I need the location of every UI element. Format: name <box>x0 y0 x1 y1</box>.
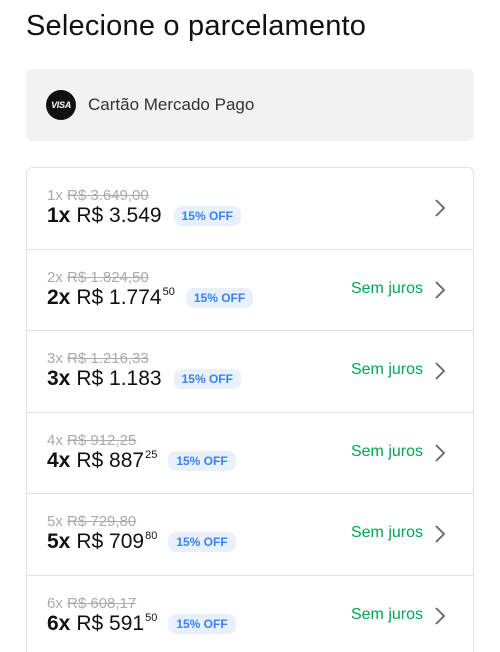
original-price: 1x R$ 3.649,00 <box>47 187 149 204</box>
chevron-right-icon <box>435 362 446 380</box>
chevron-right-icon <box>435 607 446 625</box>
installment-option-6x[interactable]: 6x R$ 608,17 6x R$ 59150 15% OFF Sem jur… <box>27 576 473 652</box>
chevron-right-icon <box>435 444 446 462</box>
original-price: 6x R$ 608,17 <box>47 595 136 612</box>
original-amount: R$ 912,25 <box>67 431 137 449</box>
visa-icon: VISA <box>46 90 76 120</box>
original-count: 6x <box>47 594 63 612</box>
installment-option-2x[interactable]: 2x R$ 1.824,50 2x R$ 1.77450 15% OFF Sem… <box>27 250 473 332</box>
installment-count: 1x <box>47 204 71 227</box>
original-amount: R$ 608,17 <box>67 594 137 612</box>
installment-cents: 50 <box>145 611 158 624</box>
installment-price: 6x R$ 59150 15% OFF <box>47 612 236 636</box>
interest-label: Sem juros <box>350 524 423 542</box>
original-price: 2x R$ 1.824,50 <box>47 269 149 286</box>
installment-count: 4x <box>47 448 71 472</box>
original-count: 5x <box>47 513 63 531</box>
installment-price: 3x R$ 1.183 15% OFF <box>47 367 241 391</box>
interest-label: Sem juros <box>350 442 423 460</box>
discount-badge: 15% OFF <box>173 369 241 390</box>
installment-price: 1x R$ 3.549 15% OFF <box>47 204 241 228</box>
chevron-right-icon <box>435 280 446 299</box>
chevron-right-icon <box>435 525 446 544</box>
original-amount: R$ 729,80 <box>67 513 137 531</box>
original-price: 3x R$ 1.216,33 <box>47 350 149 367</box>
discount-badge: 15% OFF <box>168 613 236 634</box>
interest-label: Sem juros <box>350 279 423 297</box>
interest-label: Sem juros <box>350 361 423 379</box>
original-count: 1x <box>47 187 63 204</box>
original-count: 2x <box>47 268 63 286</box>
installment-option-4x[interactable]: 4x R$ 912,25 4x R$ 88725 15% OFF Sem jur… <box>27 413 473 495</box>
original-price: 4x R$ 912,25 <box>47 432 136 449</box>
installment-price: 5x R$ 70980 15% OFF <box>47 530 236 554</box>
discount-badge: 15% OFF <box>168 450 236 471</box>
installment-option-1x[interactable]: 1x R$ 3.649,00 1x R$ 3.549 15% OFF <box>27 168 473 250</box>
installment-cents: 50 <box>162 285 175 298</box>
discount-badge: 15% OFF <box>173 206 241 226</box>
installment-count: 2x <box>47 285 71 309</box>
original-amount: R$ 1.216,33 <box>67 350 149 368</box>
card-label: Cartão Mercado Pago <box>88 95 255 114</box>
installment-cents: 80 <box>145 530 158 543</box>
installment-options-list: 1x R$ 3.649,00 1x R$ 3.549 15% OFF 2x R$… <box>26 167 474 652</box>
original-count: 4x <box>47 431 63 449</box>
installment-count: 6x <box>47 611 71 635</box>
installment-cents: 25 <box>145 448 158 461</box>
page-title: Selecione o parcelamento <box>26 10 367 42</box>
installment-count: 3x <box>47 367 71 391</box>
original-amount: R$ 1.824,50 <box>67 268 149 286</box>
installment-amount: R$ 1.77450 <box>76 285 175 309</box>
payment-card-selector[interactable]: VISA Cartão Mercado Pago <box>26 69 474 141</box>
installment-amount: R$ 88725 <box>76 448 158 472</box>
installment-price: 4x R$ 88725 15% OFF <box>47 449 236 473</box>
installment-count: 5x <box>47 530 71 554</box>
chevron-right-icon <box>435 199 446 217</box>
original-amount: R$ 3.649,00 <box>67 187 149 204</box>
installment-amount: R$ 3.549 <box>76 204 162 227</box>
installment-price: 2x R$ 1.77450 15% OFF <box>47 285 254 310</box>
installment-amount: R$ 1.183 <box>76 367 162 391</box>
installment-option-5x[interactable]: 5x R$ 729,80 5x R$ 70980 15% OFF Sem jur… <box>27 494 473 576</box>
interest-label: Sem juros <box>350 605 423 623</box>
installment-option-3x[interactable]: 3x R$ 1.216,33 3x R$ 1.183 15% OFF Sem j… <box>27 331 473 413</box>
original-price: 5x R$ 729,80 <box>47 513 136 530</box>
discount-badge: 15% OFF <box>185 287 254 308</box>
installment-amount: R$ 59150 <box>76 611 158 635</box>
installment-amount: R$ 70980 <box>76 530 158 554</box>
discount-badge: 15% OFF <box>168 532 236 553</box>
original-count: 3x <box>47 350 63 368</box>
